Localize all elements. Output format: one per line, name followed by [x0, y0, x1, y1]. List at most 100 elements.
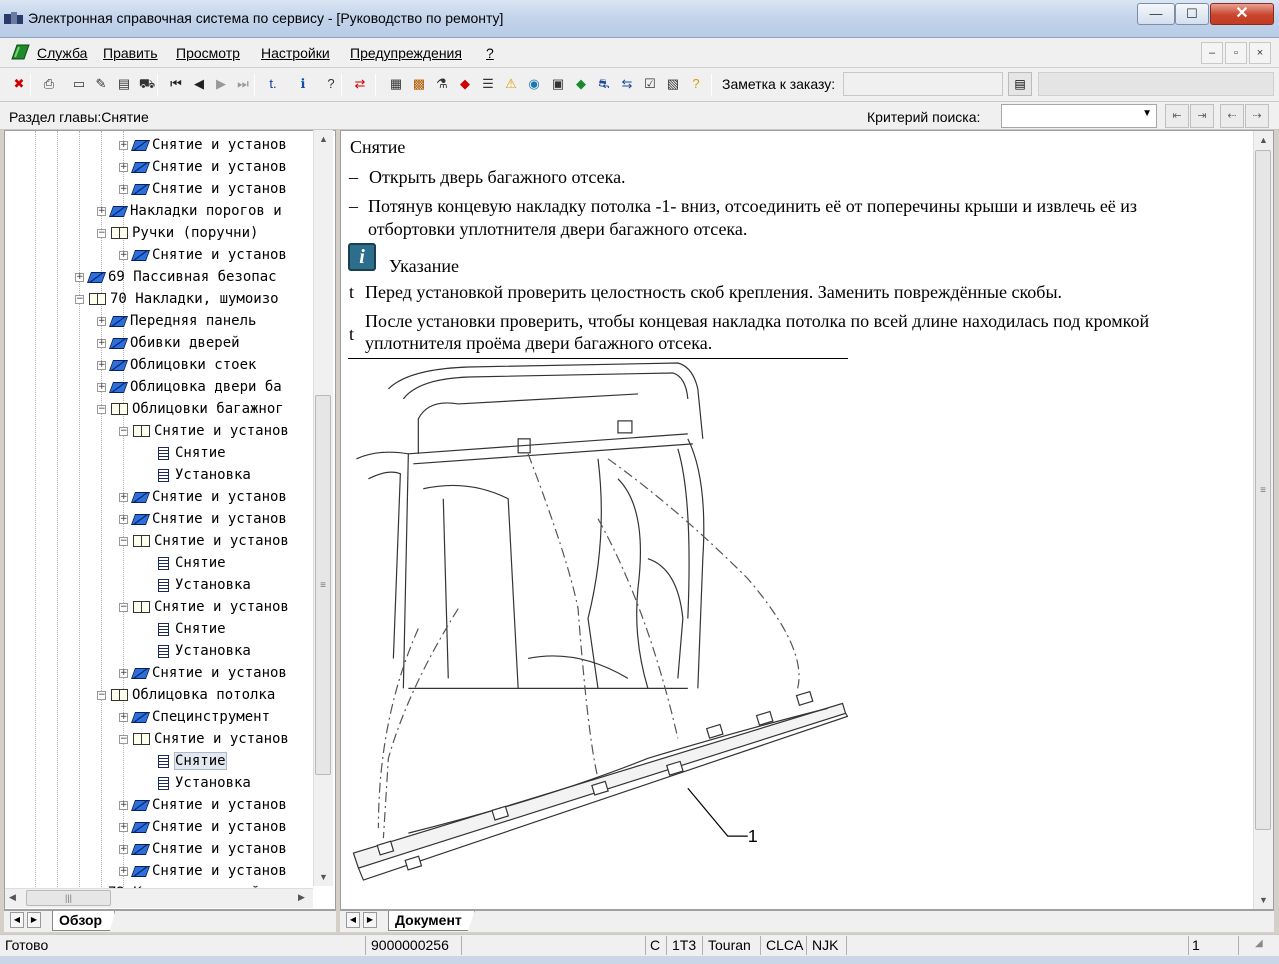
tree-leaf-item[interactable]: Снятие	[141, 442, 226, 464]
tree-node-item[interactable]: − Ручки (поручни)	[97, 222, 258, 244]
scroll-up-icon[interactable]: ▲	[319, 134, 328, 144]
minimize-button[interactable]: —	[1137, 3, 1175, 25]
tree-leaf-item[interactable]: Установка	[141, 574, 251, 596]
overview-tree[interactable]: + Снятие и установ + Снятие и установ + Сняти…	[4, 130, 336, 910]
maximize-button[interactable]: ☐	[1175, 3, 1209, 25]
tree-node-item[interactable]: + Снятие и установ	[119, 134, 287, 156]
menu-service[interactable]: Служба	[37, 45, 87, 61]
scroll-down-icon[interactable]: ▼	[1259, 895, 1268, 905]
basket-icon[interactable]: ▣	[547, 72, 569, 96]
first-icon[interactable]: ⏮	[165, 72, 187, 96]
tree-node-item[interactable]: + Снятие и установ	[119, 508, 287, 530]
tree-node-item[interactable]: − Облицовки багажног	[97, 398, 284, 420]
tree-node-item[interactable]: − Снятие и установ	[119, 596, 289, 618]
warning-icon[interactable]: ⚠	[500, 72, 522, 96]
back-link-icon[interactable]: t.	[262, 72, 284, 96]
tree-node-item[interactable]: + Специнструмент	[119, 706, 270, 728]
collapse-icon[interactable]: −	[119, 536, 128, 546]
expand-icon[interactable]: +	[75, 272, 84, 282]
expand-icon[interactable]: +	[119, 800, 128, 810]
tree-leaf-item[interactable]: Установка	[141, 464, 251, 486]
close-button[interactable]: ✕	[1210, 3, 1274, 25]
globe-icon[interactable]: ◉	[523, 72, 545, 96]
collapse-icon[interactable]: −	[119, 734, 128, 744]
tab-document[interactable]: Документ	[388, 911, 475, 931]
car-icon[interactable]: ⛟	[136, 72, 158, 96]
expand-icon[interactable]: +	[119, 492, 128, 502]
collapse-icon[interactable]: −	[97, 690, 106, 700]
tree-node-item[interactable]: + Облицовка двери ба	[97, 376, 282, 398]
expand-icon[interactable]: +	[119, 822, 128, 832]
tree-node-item[interactable]: + Снятие и установ	[119, 816, 287, 838]
collapse-icon[interactable]: −	[119, 602, 128, 612]
expand-icon[interactable]: +	[119, 250, 128, 260]
tree-node-item[interactable]: + Снятие и установ	[119, 244, 287, 266]
scroll-left-icon[interactable]: ◀	[9, 892, 16, 903]
tab-prev-icon[interactable]: ◀	[10, 912, 24, 928]
menu-warnings[interactable]: Предупреждения	[350, 45, 462, 61]
expand-icon[interactable]: +	[119, 712, 128, 722]
mdi-close-button[interactable]: ×	[1249, 42, 1271, 64]
grid-icon[interactable]: ▩	[408, 72, 430, 96]
expand-icon[interactable]: +	[119, 162, 128, 172]
menu-help[interactable]: ?	[486, 45, 494, 61]
search-forward-button[interactable]: ⇢	[1245, 104, 1269, 128]
help-icon[interactable]: ?	[320, 72, 342, 96]
tree-leaf-item[interactable]: Снятие	[141, 618, 226, 640]
prev-icon[interactable]: ◀	[188, 72, 210, 96]
tree-node-item[interactable]: + Снятие и установ	[119, 178, 287, 200]
tree-node-item[interactable]: − Снятие и установ	[119, 728, 289, 750]
search-prev-button[interactable]: ⇤	[1165, 104, 1189, 128]
expand-icon[interactable]: +	[97, 206, 106, 216]
green-book-icon[interactable]: ◆	[570, 72, 592, 96]
expand-icon[interactable]: +	[119, 844, 128, 854]
order-note-field[interactable]	[843, 72, 1003, 96]
mdi-restore-button[interactable]: ▫	[1225, 42, 1247, 64]
tree-node-item[interactable]: + Обивки дверей	[97, 332, 240, 354]
resize-grip-icon[interactable]: ◢	[1255, 938, 1263, 949]
scroll-up-icon[interactable]: ▲	[1259, 135, 1268, 145]
scroll-right-icon[interactable]: ▶	[298, 892, 305, 903]
expand-icon[interactable]: +	[119, 866, 128, 876]
tree-node-item[interactable]: +69 Пассивная безопас	[75, 266, 277, 288]
tree-node-item[interactable]: − Снятие и установ	[119, 530, 289, 552]
transfer-icon[interactable]: ⇆	[616, 72, 638, 96]
tab-next-icon[interactable]: ▶	[363, 912, 377, 928]
next-icon[interactable]: ▶	[210, 72, 232, 96]
expand-icon[interactable]: +	[97, 360, 106, 370]
tree-hscroll-thumb[interactable]: |||	[26, 890, 111, 906]
document-scroll-thumb[interactable]: ≡	[1255, 150, 1271, 830]
expand-icon[interactable]: +	[119, 184, 128, 194]
tree-node-item[interactable]: + Накладки порогов и	[97, 200, 282, 222]
expand-icon[interactable]: +	[119, 668, 128, 678]
tree-node-item[interactable]: + Передняя панель	[97, 310, 256, 332]
tree-node-item[interactable]: − Снятие и установ	[119, 420, 289, 442]
tree-node-item[interactable]: + Снятие и установ	[119, 860, 287, 882]
tree-node-item[interactable]: + Снятие и установ	[119, 156, 287, 178]
copy-icon[interactable]: ▤	[113, 72, 135, 96]
tree-leaf-item[interactable]: Установка	[141, 772, 251, 794]
search-back-button[interactable]: ⇠	[1220, 104, 1244, 128]
expand-icon[interactable]: +	[119, 140, 128, 150]
tab-next-icon[interactable]: ▶	[27, 912, 41, 928]
print-icon[interactable]: ⎙	[38, 72, 60, 96]
exit-icon[interactable]: ✖	[8, 72, 30, 96]
swap-icon[interactable]: ⇄	[349, 72, 371, 96]
tab-overview[interactable]: Обзор	[52, 911, 116, 931]
tree-node-item[interactable]: + Снятие и установ	[119, 662, 287, 684]
last-icon[interactable]: ⏭	[232, 72, 254, 96]
red-book-icon[interactable]: ◆	[454, 72, 476, 96]
collapse-icon[interactable]: −	[97, 228, 106, 238]
tree-leaf-item[interactable]: Установка	[141, 640, 251, 662]
expand-icon[interactable]: +	[97, 382, 106, 392]
dropdown-arrow-icon[interactable]: ▼	[1142, 108, 1152, 119]
collapse-icon[interactable]: −	[119, 426, 128, 436]
search-criteria-select[interactable]: ▼	[1001, 104, 1157, 128]
manual-icon[interactable]: ▧	[662, 72, 684, 96]
tree-node-item[interactable]: + Снятие и установ	[119, 794, 287, 816]
expand-icon[interactable]: +	[119, 514, 128, 524]
book-icon[interactable]: ▦	[385, 72, 407, 96]
new-doc-icon[interactable]: ▭	[68, 72, 90, 96]
mdi-minimize-button[interactable]: –	[1201, 42, 1223, 64]
tree-leaf-item[interactable]: Снятие	[141, 750, 227, 772]
